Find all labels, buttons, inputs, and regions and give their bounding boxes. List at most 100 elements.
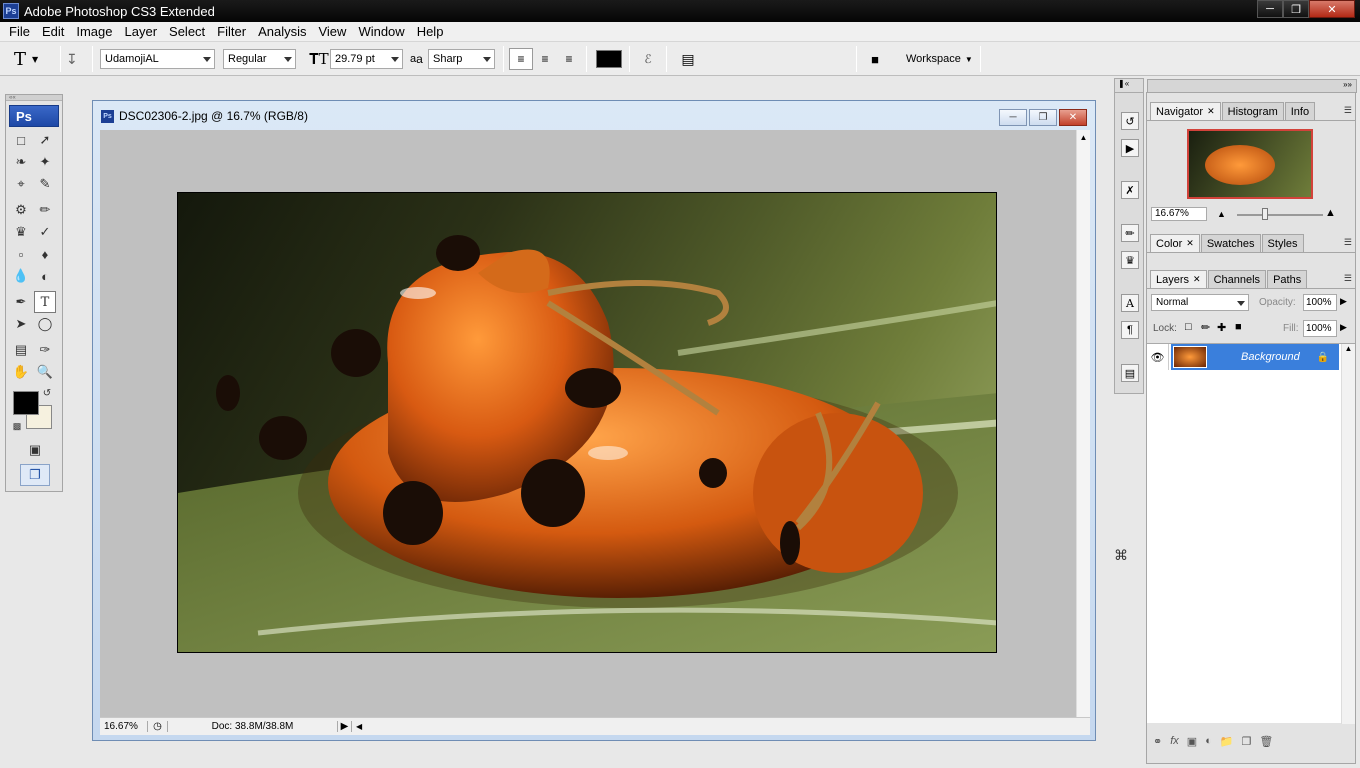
brushes-panel-icon[interactable]: ✏ [1121,224,1139,242]
tab-swatches[interactable]: Swatches [1200,234,1261,252]
menu-file[interactable]: File [3,24,36,39]
tab-layers[interactable]: Layers ✕ [1150,270,1207,288]
quick-mask-icon[interactable]: ▣ [24,439,46,461]
tab-channels[interactable]: Channels [1207,270,1267,288]
horizontal-scrollbar[interactable]: ◀ [352,722,1090,731]
bridge-icon[interactable]: ■ [864,48,886,70]
paragraph-panel-icon[interactable]: ¶ [1121,321,1139,339]
fill-field[interactable]: 100% [1303,320,1337,337]
tab-styles[interactable]: Styles [1261,234,1304,252]
lock-all-icon[interactable]: ■ [1235,321,1242,333]
eraser-tool-icon[interactable]: ▫ [10,243,32,265]
menu-image[interactable]: Image [70,24,118,39]
lock-position-icon[interactable]: ✚ [1217,321,1226,334]
maximize-button[interactable]: ❐ [1283,0,1309,18]
slice-tool-icon[interactable]: ✎ [34,173,56,195]
close-icon[interactable]: ✕ [1193,274,1201,285]
tab-paths[interactable]: Paths [1267,270,1308,288]
default-colors-icon[interactable]: ▩ [10,419,24,433]
eyedropper-tool-icon[interactable]: ✑ [34,339,56,361]
warp-text-icon[interactable]: ℰ [638,48,658,70]
layer-comps-icon[interactable]: ▤ [1121,364,1139,382]
marquee-tool-icon[interactable]: □ [10,129,32,151]
text-orientation-icon[interactable]: ↧ [66,48,86,70]
brush-tool-icon[interactable]: ✏ [34,199,56,221]
lock-transparency-icon[interactable]: □ [1185,321,1192,333]
layers-scrollbar[interactable]: ▲ [1341,344,1355,724]
anti-alias-select[interactable]: Sharp [428,49,495,69]
doc-maximize-button[interactable]: ❐ [1029,109,1057,126]
tab-color[interactable]: Color ✕ [1150,234,1200,252]
menu-edit[interactable]: Edit [36,24,70,39]
opacity-arrow-icon[interactable]: ▶ [1340,296,1347,307]
tab-info[interactable]: Info [1284,102,1316,120]
fill-arrow-icon[interactable]: ▶ [1340,322,1347,333]
healing-brush-tool-icon[interactable]: ⚙ [10,199,32,221]
text-color-swatch[interactable] [596,50,622,68]
doc-minimize-button[interactable]: ─ [999,109,1027,126]
screen-mode-icon[interactable]: ❐ [20,464,50,486]
layer-name[interactable]: Background [1241,351,1300,363]
notes-tool-icon[interactable]: ▤ [10,339,32,361]
delete-layer-icon[interactable]: 🗑 [1259,735,1273,748]
ellipse-tool-icon[interactable]: ◯ [34,313,56,335]
workspace-menu[interactable]: Workspace ▼ [906,48,973,70]
menu-help[interactable]: Help [411,24,450,39]
close-button[interactable]: ✕ [1309,0,1355,18]
actions-panel-icon[interactable]: ▶ [1121,139,1139,157]
lasso-tool-icon[interactable]: ❧ [10,151,32,173]
type-tool-icon[interactable]: T [34,291,56,313]
move-tool-icon[interactable]: ➚ [34,129,56,151]
clone-source-icon[interactable]: ♛ [1121,251,1139,269]
font-style-select[interactable]: Regular [223,49,296,69]
foreground-color-swatch[interactable] [13,391,39,415]
zoom-level[interactable]: 16.67% [100,721,148,732]
status-icon[interactable]: ◷ [148,721,168,732]
layer-style-icon[interactable]: fx [1170,735,1179,747]
history-brush-tool-icon[interactable]: ✓ [34,221,56,243]
dodge-tool-icon[interactable]: ◐ [34,265,56,287]
menu-view[interactable]: View [312,24,352,39]
character-panel-icon[interactable]: ▤ [678,48,698,70]
swap-colors-icon[interactable]: ↺ [40,386,54,400]
history-panel-icon[interactable]: ↺ [1121,112,1139,130]
close-icon[interactable]: ✕ [1207,106,1215,117]
zoom-out-icon[interactable]: ▲ [1217,209,1226,219]
pen-tool-icon[interactable]: ✒ [10,291,32,313]
toolbox-grip[interactable]: «« [6,95,62,101]
visibility-eye-icon[interactable]: 👁 [1147,344,1169,370]
layer-row-background[interactable]: Background 🔒 [1171,344,1339,370]
zoom-slider-thumb[interactable] [1262,208,1268,220]
menu-window[interactable]: Window [352,24,410,39]
status-menu-arrow-icon[interactable]: ▶ [338,721,352,732]
menu-select[interactable]: Select [163,24,211,39]
font-family-select[interactable]: UdamojiAL [100,49,215,69]
link-layers-icon[interactable]: ⚭ [1153,735,1162,748]
vertical-scrollbar[interactable]: ▲ [1076,130,1090,717]
align-left-button[interactable]: ≡ [509,48,533,70]
minimize-button[interactable]: ─ [1257,0,1283,18]
canvas-area[interactable]: ⌘ [100,130,1128,717]
adjustment-layer-icon[interactable]: ◐ [1205,735,1212,747]
zoom-in-icon[interactable]: ▲ [1325,207,1336,219]
menu-analysis[interactable]: Analysis [252,24,312,39]
scroll-up-icon[interactable]: ▲ [1077,133,1090,142]
tool-presets-icon[interactable]: ✗ [1121,181,1139,199]
blur-tool-icon[interactable]: 💧 [10,265,32,287]
zoom-slider[interactable] [1237,214,1323,216]
font-size-field[interactable]: 29.79 pt [330,49,403,69]
tab-histogram[interactable]: Histogram [1221,102,1284,120]
hand-tool-icon[interactable]: ✋ [10,361,32,383]
align-right-button[interactable]: ≡ [559,48,579,70]
menu-filter[interactable]: Filter [211,24,252,39]
navigator-preview[interactable] [1187,129,1313,199]
crop-tool-icon[interactable]: ⌖ [10,173,32,195]
ladybird-photo[interactable] [177,192,997,653]
panel-menu-icon[interactable]: ☰ [1344,237,1352,248]
clone-stamp-tool-icon[interactable]: ♛ [10,221,32,243]
navigator-zoom-field[interactable]: 16.67% [1151,207,1207,221]
doc-close-button[interactable]: ✕ [1059,109,1087,126]
tab-navigator[interactable]: Navigator ✕ [1150,102,1221,120]
magic-wand-tool-icon[interactable]: ✦ [34,151,56,173]
tool-preset-picker[interactable]: T ▼ [14,48,50,70]
